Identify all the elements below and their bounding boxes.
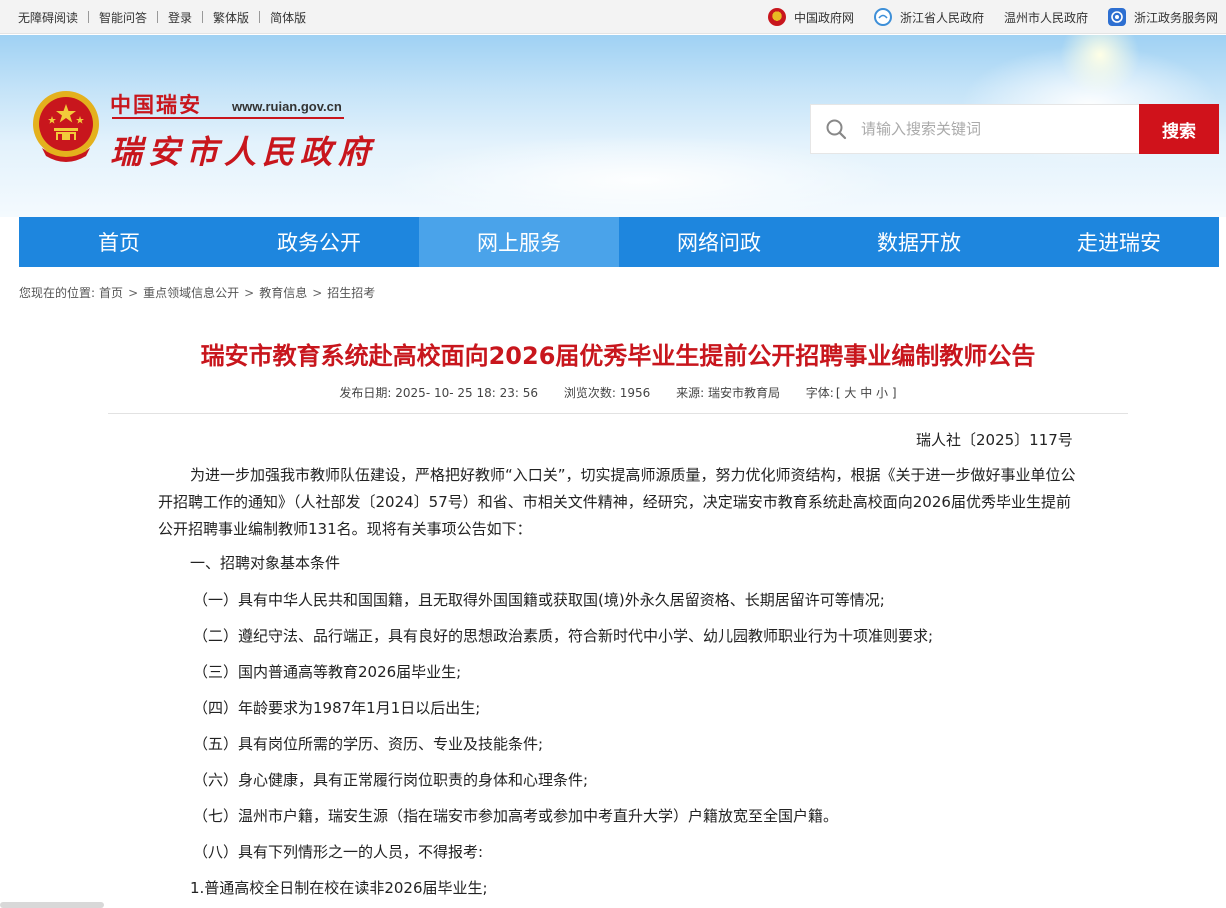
- china-gov-link[interactable]: 中国政府网: [767, 8, 854, 26]
- font-size-label: 字体:: [805, 386, 834, 400]
- search-box: [810, 104, 1140, 154]
- font-bracket-open: [: [835, 386, 841, 400]
- main-nav: 首页 政务公开 网上服务 网络问政 数据开放 走进瑞安: [19, 217, 1219, 267]
- publish-date: 发布日期: 2025- 10- 25 18: 23: 56: [339, 386, 538, 400]
- breadcrumb-home[interactable]: 首页: [99, 284, 123, 301]
- nav-gov-affairs[interactable]: 政务公开: [219, 217, 419, 267]
- font-bracket-close: ]: [891, 386, 897, 400]
- condition-item: （一）具有中华人民共和国国籍，且无取得外国国籍或获取国(境)外永久居留资格、长期…: [193, 591, 885, 609]
- traditional-chinese-link[interactable]: 繁体版: [213, 9, 249, 26]
- nav-open-data[interactable]: 数据开放: [819, 217, 1019, 267]
- logo-site-name: 瑞安市人民政府: [110, 133, 377, 171]
- font-large-button[interactable]: 大: [844, 386, 856, 400]
- zhejiang-gov-label: 浙江省人民政府: [899, 10, 984, 25]
- condition-item: （二）遵纪守法、品行端正，具有良好的思想政治素质，符合新时代中小学、幼儿园教师职…: [193, 627, 934, 645]
- smart-qa-link[interactable]: 智能问答: [99, 9, 147, 26]
- condition-item: （三）国内普通高等教育2026届毕业生;: [193, 663, 462, 681]
- gov-links: 中国政府网 浙江省人民政府 温州市人民政府 浙江政务服务网: [748, 0, 1218, 34]
- zhejiang-gov-link[interactable]: 浙江省人民政府: [873, 8, 984, 26]
- article-meta: 发布日期: 2025- 10- 25 18: 23: 56 浏览次数: 1956…: [0, 384, 1226, 401]
- search-input[interactable]: [861, 120, 1121, 138]
- condition-item: （四）年龄要求为1987年1月1日以后出生;: [193, 699, 481, 717]
- article-divider: [108, 413, 1128, 414]
- font-medium-button[interactable]: 中: [860, 386, 872, 400]
- condition-item: （六）身心健康，具有正常履行岗位职责的身体和心理条件;: [193, 771, 589, 789]
- nav-about-ruian[interactable]: 走进瑞安: [1019, 217, 1219, 267]
- national-emblem-logo-icon: [33, 91, 99, 162]
- site-header: 中国瑞安 www.ruian.gov.cn 瑞安市人民政府 搜索: [0, 35, 1226, 217]
- section-heading: 一、招聘对象基本条件: [190, 554, 341, 572]
- publish-date-label: 发布日期:: [339, 386, 392, 400]
- breadcrumb-prefix: 您现在的位置:: [19, 286, 96, 300]
- breadcrumb-separator: >: [312, 285, 323, 300]
- national-emblem-icon: [767, 8, 786, 26]
- wenzhou-gov-label: 温州市人民政府: [1003, 10, 1088, 25]
- view-count: 浏览次数: 1956: [564, 386, 650, 400]
- breadcrumb-education[interactable]: 教育信息: [259, 284, 307, 301]
- login-link[interactable]: 登录: [168, 9, 192, 26]
- condition-item: （五）具有岗位所需的学历、资历、专业及技能条件;: [193, 735, 544, 753]
- horizontal-scrollbar[interactable]: [0, 902, 104, 908]
- zhejiang-service-link[interactable]: 浙江政务服务网: [1107, 8, 1218, 26]
- publish-date-value: 2025- 10- 25 18: 23: 56: [395, 386, 538, 400]
- breadcrumb-key-info[interactable]: 重点领域信息公开: [143, 284, 239, 301]
- breadcrumb-separator: >: [244, 285, 255, 300]
- document-number: 瑞人社〔2025〕117号: [916, 431, 1073, 449]
- view-count-value: 1956: [619, 386, 651, 400]
- divider: [88, 11, 90, 23]
- zhejiang-gov-icon: [873, 8, 892, 26]
- logo-divider: [112, 117, 344, 119]
- logo-url: www.ruian.gov.cn: [232, 99, 342, 114]
- breadcrumb-admissions[interactable]: 招生招考: [327, 284, 375, 301]
- exclusion-item: 1.普通高校全日制在校在读非2026届毕业生;: [190, 879, 488, 897]
- intro-paragraph: 为进一步加强我市教师队伍建设，严格把好教师“入口关”，切实提高师源质量，努力优化…: [158, 466, 1076, 538]
- nav-online-inquiry[interactable]: 网络问政: [619, 217, 819, 267]
- divider: [202, 11, 204, 23]
- source-value: 瑞安市教育局: [707, 386, 780, 400]
- font-size-control: 字体:[ 大 中 小 ]: [806, 386, 897, 400]
- utility-links: 无障碍阅读 智能问答 登录 繁体版 简体版: [18, 0, 306, 34]
- source: 来源: 瑞安市教育局: [676, 386, 780, 400]
- top-utility-bar: 无障碍阅读 智能问答 登录 繁体版 简体版 中国政府网 浙江省人民政府 温州市人…: [0, 0, 1226, 34]
- condition-item: （七）温州市户籍，瑞安生源（指在瑞安市参加高考或参加中考直升大学）户籍放宽至全国…: [193, 807, 839, 825]
- source-label: 来源:: [676, 386, 705, 400]
- accessibility-link[interactable]: 无障碍阅读: [18, 9, 78, 26]
- font-small-button[interactable]: 小: [876, 386, 888, 400]
- view-count-label: 浏览次数:: [563, 386, 616, 400]
- nav-home[interactable]: 首页: [19, 217, 219, 267]
- divider: [157, 11, 159, 23]
- breadcrumb: 您现在的位置: 首页 > 重点领域信息公开 > 教育信息 > 招生招考: [19, 284, 375, 301]
- zhejiang-service-icon: [1107, 8, 1126, 26]
- logo-china-ruian: 中国瑞安: [110, 92, 202, 117]
- wenzhou-gov-link[interactable]: 温州市人民政府: [1004, 9, 1088, 26]
- search-icon: [826, 119, 847, 140]
- simplified-chinese-link[interactable]: 简体版: [270, 9, 306, 26]
- china-gov-label: 中国政府网: [793, 10, 854, 25]
- article-title: 瑞安市教育系统赴高校面向2026届优秀毕业生提前公开招聘事业编制教师公告: [200, 342, 1036, 370]
- condition-item: （八）具有下列情形之一的人员，不得报考:: [193, 843, 484, 861]
- breadcrumb-separator: >: [128, 285, 139, 300]
- nav-online-services[interactable]: 网上服务: [419, 217, 619, 267]
- zhejiang-service-label: 浙江政务服务网: [1133, 10, 1218, 25]
- search-button[interactable]: 搜索: [1139, 104, 1219, 154]
- divider: [259, 11, 261, 23]
